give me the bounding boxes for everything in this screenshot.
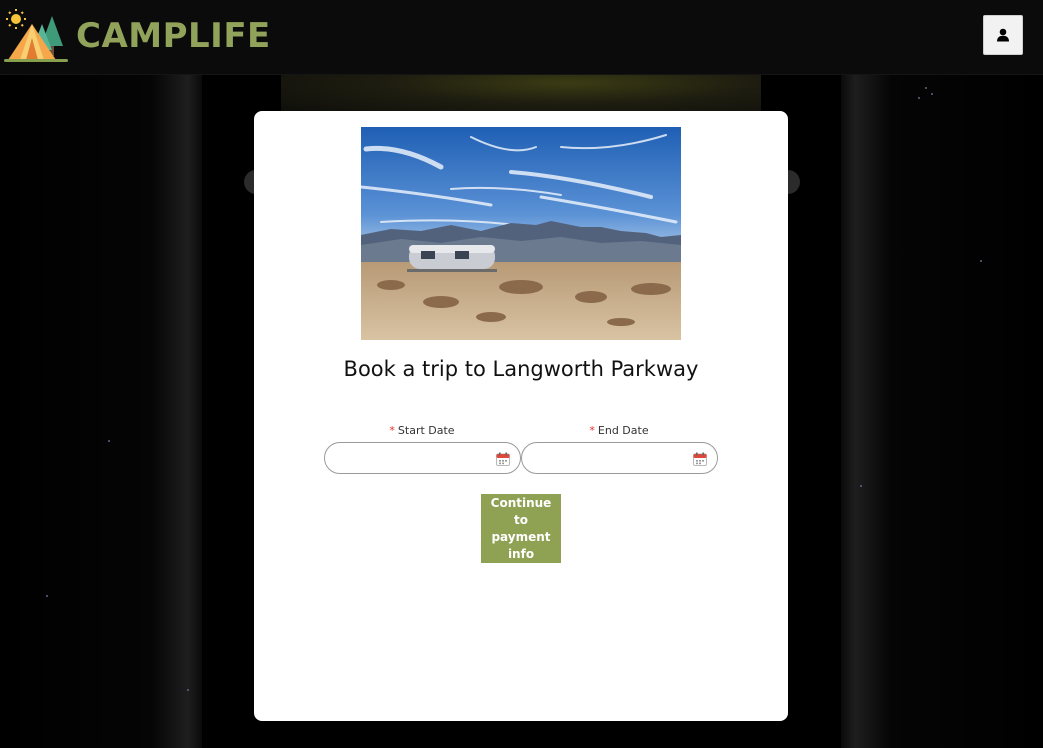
start-date-label: * Start Date [324,424,520,437]
start-date-label-text: Start Date [397,424,455,437]
brand-name[interactable]: CAMPLIFE [76,16,271,56]
camplife-logo-icon[interactable] [2,8,70,64]
end-date-label-text: End Date [597,424,649,437]
background-left-panel [0,75,202,748]
calendar-icon[interactable] [496,451,510,466]
modal-title: Book a trip to Langworth Parkway [343,357,699,381]
background-aurora [281,75,761,115]
top-nav: CAMPLIFE [0,0,1043,75]
user-icon [997,28,1009,42]
required-marker: * [589,424,595,437]
start-date-input[interactable] [324,442,521,474]
calendar-icon[interactable] [693,451,707,466]
user-account-button[interactable] [983,15,1023,55]
end-date-input[interactable] [521,442,718,474]
end-date-label: * End Date [521,424,717,437]
booking-modal: Book a trip to Langworth Parkway * Start … [254,111,788,721]
continue-to-payment-button[interactable]: Continue to payment info [481,494,561,563]
background-right-panel [841,75,1043,748]
desert-trailer-photo [361,127,681,340]
required-marker: * [389,424,395,437]
